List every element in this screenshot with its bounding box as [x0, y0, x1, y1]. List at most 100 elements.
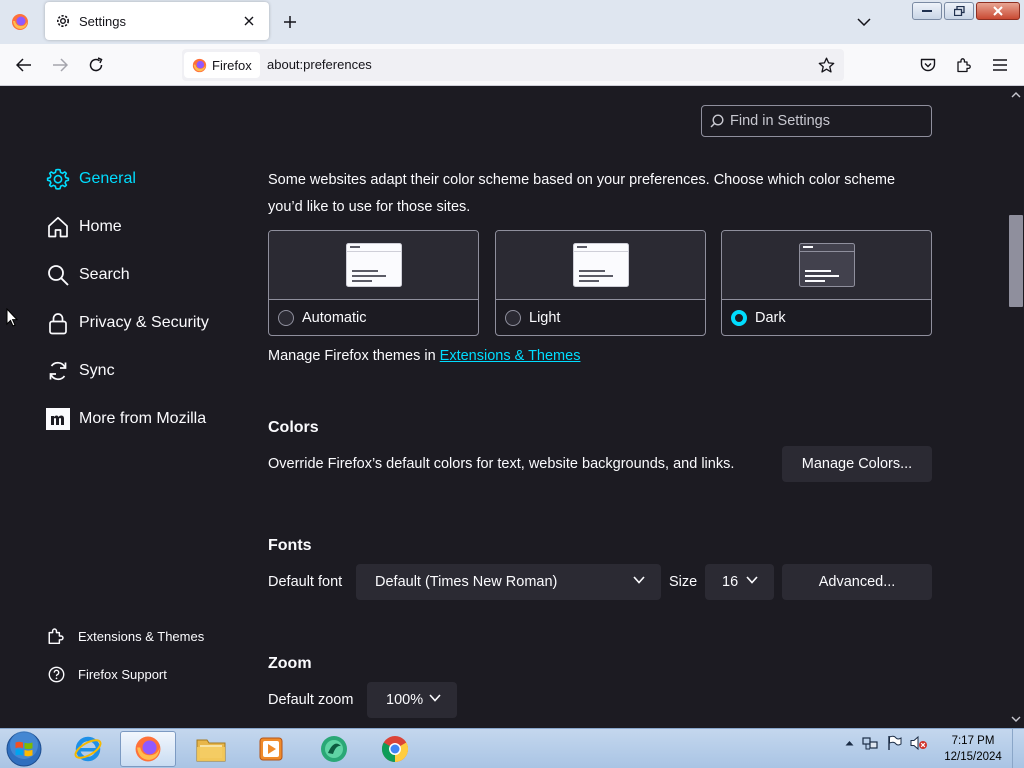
- default-zoom-value: 100%: [386, 692, 424, 708]
- bookmark-star-button[interactable]: [814, 53, 838, 77]
- font-size-select[interactable]: 16: [705, 564, 774, 600]
- color-scheme-description: Some websites adapt their color scheme b…: [268, 172, 896, 215]
- light-option-row[interactable]: Light: [496, 300, 705, 335]
- close-window-button[interactable]: [976, 2, 1020, 20]
- chevron-down-icon: [746, 576, 758, 584]
- sidebar-item-search[interactable]: Search: [45, 262, 130, 288]
- font-size-value: 16: [722, 574, 739, 590]
- green-app-icon: [321, 736, 347, 762]
- taskbar-internet-explorer[interactable]: [60, 731, 116, 767]
- automatic-radio[interactable]: [278, 310, 294, 326]
- lock-icon: [45, 310, 71, 336]
- chrome-icon: [381, 736, 409, 763]
- zoom-heading: Zoom: [268, 655, 312, 672]
- address-bar[interactable]: Firefox about:preferences: [182, 49, 844, 81]
- tab-settings[interactable]: Settings: [45, 2, 269, 40]
- pocket-button[interactable]: [916, 53, 940, 77]
- puzzle-icon: [46, 626, 66, 646]
- reload-icon: [89, 57, 103, 72]
- option-label: Light: [529, 310, 561, 326]
- volume-muted-icon[interactable]: [910, 735, 928, 751]
- new-tab-button[interactable]: [278, 10, 302, 34]
- restore-icon: [953, 6, 965, 16]
- default-zoom-select[interactable]: 100%: [367, 682, 457, 718]
- tab-title: Settings: [79, 13, 126, 29]
- minimize-icon: [922, 10, 932, 12]
- home-icon: [45, 214, 71, 240]
- scroll-down-button[interactable]: [1008, 712, 1024, 726]
- taskbar-app-green[interactable]: [306, 731, 362, 767]
- extensions-button[interactable]: [952, 53, 976, 77]
- color-scheme-option-dark[interactable]: Dark: [721, 230, 932, 336]
- find-in-settings-input[interactable]: Find in Settings: [701, 105, 932, 137]
- close-tab-icon[interactable]: [239, 11, 259, 31]
- automatic-preview: [269, 231, 478, 300]
- taskbar-chrome[interactable]: [367, 731, 423, 767]
- sidebar-item-sync[interactable]: Sync: [45, 358, 115, 384]
- color-scheme-option-automatic[interactable]: Automatic: [268, 230, 479, 336]
- gear-icon: [45, 166, 71, 192]
- search-placeholder: Find in Settings: [730, 113, 830, 129]
- close-icon: [993, 6, 1003, 16]
- sidebar-item-home[interactable]: Home: [45, 214, 122, 240]
- taskbar-firefox[interactable]: [120, 731, 176, 767]
- back-button[interactable]: [12, 53, 36, 77]
- color-scheme-option-light[interactable]: Light: [495, 230, 706, 336]
- firefox-logo-icon: [135, 736, 161, 762]
- clock[interactable]: 7:17 PM 12/15/2024: [938, 733, 1008, 765]
- reload-button[interactable]: [84, 53, 108, 77]
- sidebar-link-firefox-support[interactable]: Firefox Support: [46, 664, 167, 684]
- tab-strip: Settings: [0, 0, 1024, 44]
- manage-colors-button[interactable]: Manage Colors...: [782, 446, 932, 482]
- clock-date: 12/15/2024: [944, 751, 1002, 763]
- navigation-toolbar: Firefox about:preferences: [0, 44, 1024, 86]
- dark-option-row[interactable]: Dark: [722, 300, 931, 335]
- help-icon: [46, 664, 66, 684]
- firefox-logo-icon: [12, 14, 28, 30]
- restore-button[interactable]: [944, 2, 974, 20]
- identity-box[interactable]: Firefox: [184, 52, 260, 78]
- window-light-preview-icon: [572, 243, 629, 287]
- minimize-button[interactable]: [912, 2, 942, 20]
- app-menu-button[interactable]: [988, 53, 1012, 77]
- font-size-label: Size: [669, 574, 698, 590]
- automatic-option-row[interactable]: Automatic: [269, 300, 478, 335]
- taskbar-file-explorer[interactable]: [183, 731, 239, 767]
- pocket-icon: [920, 58, 936, 71]
- forward-button[interactable]: [48, 53, 72, 77]
- show-hidden-icons-icon[interactable]: [845, 740, 854, 746]
- vertical-scrollbar[interactable]: [1008, 86, 1024, 728]
- colors-description: Override Firefox’s default colors for te…: [268, 456, 735, 472]
- advanced-fonts-button[interactable]: Advanced...: [782, 564, 932, 600]
- sidebar-item-more-from-mozilla[interactable]: More from Mozilla: [45, 406, 206, 432]
- firefox-view-button[interactable]: [8, 10, 32, 34]
- extensions-themes-link[interactable]: Extensions & Themes: [440, 348, 581, 364]
- settings-page: General Home Search Privacy & Security S…: [0, 86, 1008, 728]
- sidebar-link-extensions-themes[interactable]: Extensions & Themes: [46, 626, 204, 646]
- sidebar-item-privacy[interactable]: Privacy & Security: [45, 310, 209, 336]
- light-radio[interactable]: [505, 310, 521, 326]
- start-button[interactable]: [4, 730, 44, 768]
- show-desktop-button[interactable]: [1012, 729, 1024, 768]
- taskbar-media-player[interactable]: [243, 731, 299, 767]
- network-icon[interactable]: [862, 735, 878, 751]
- chevron-down-icon: [429, 694, 441, 702]
- gear-icon: [55, 13, 71, 29]
- sidebar-item-label: Privacy & Security: [79, 314, 209, 331]
- action-center-flag-icon[interactable]: [886, 735, 902, 751]
- sidebar-item-general[interactable]: General: [45, 166, 136, 192]
- dark-radio[interactable]: [731, 310, 747, 326]
- list-all-tabs-button[interactable]: [852, 11, 876, 33]
- scroll-up-button[interactable]: [1008, 88, 1024, 102]
- default-font-label: Default font: [268, 574, 343, 590]
- scrollbar-thumb[interactable]: [1009, 215, 1023, 307]
- firefox-logo-icon: [192, 58, 207, 72]
- arrow-right-icon: [53, 58, 68, 72]
- default-font-select[interactable]: Default (Times New Roman): [356, 564, 661, 600]
- url-text[interactable]: about:preferences: [267, 57, 372, 72]
- system-tray: [845, 735, 928, 751]
- search-icon: [710, 114, 724, 128]
- identity-label: Firefox: [212, 57, 252, 73]
- arrow-left-icon: [16, 58, 31, 72]
- windows-logo-icon: [6, 731, 42, 767]
